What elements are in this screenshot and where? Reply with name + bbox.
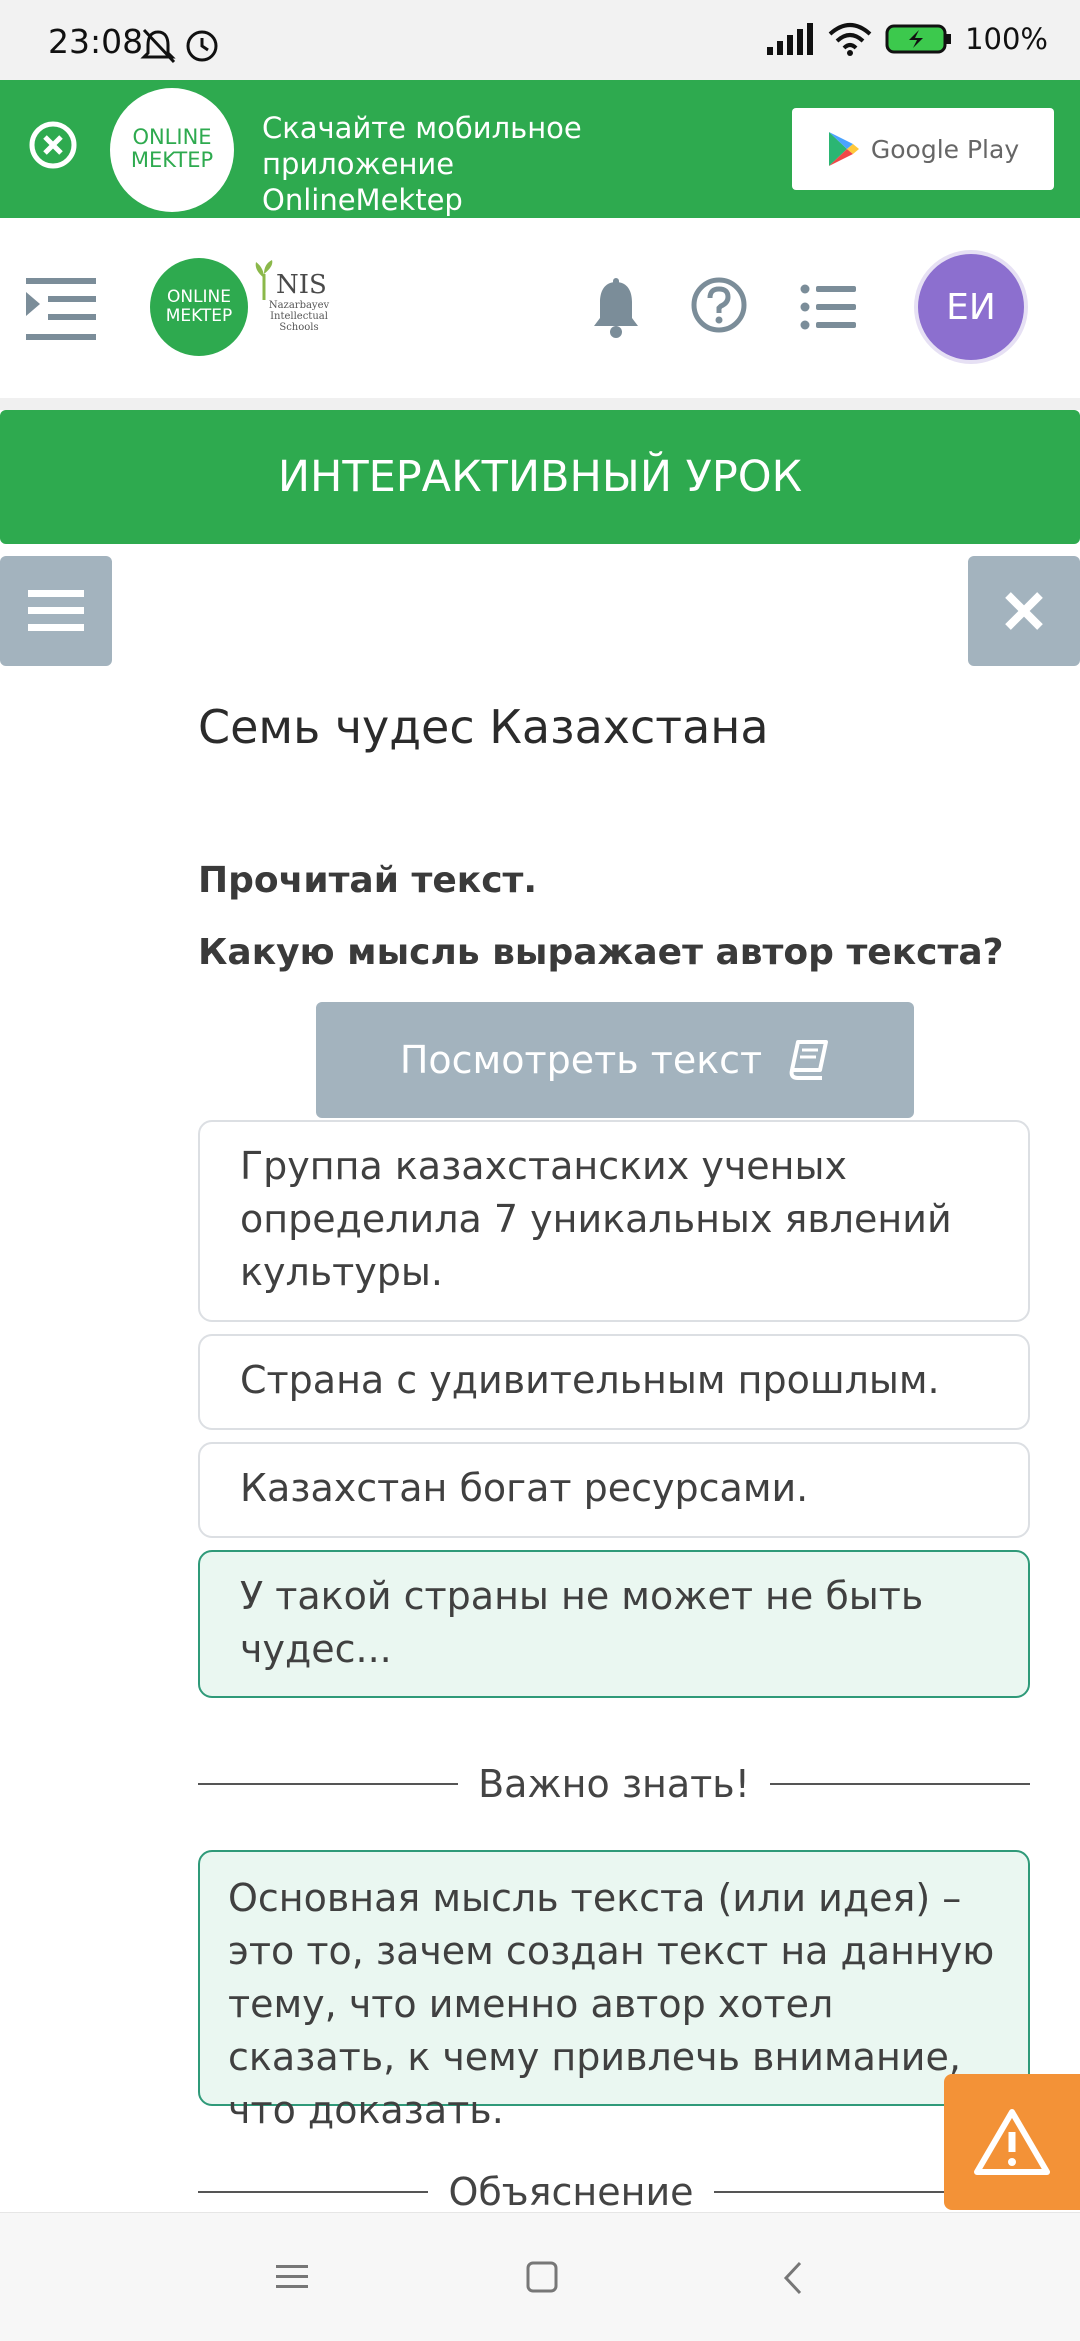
divider-line-left (198, 1783, 459, 1785)
lesson-menu-button[interactable] (0, 556, 112, 666)
nis-sub-2: Intellectual (270, 311, 328, 322)
promo-text-line1: Скачайте мобильное приложение (262, 111, 582, 181)
answer-option-1[interactable]: Группа казахстанских ученых определила 7… (198, 1120, 1030, 1322)
divider-line-right (769, 1783, 1030, 1785)
header-logo-line1: ONLINE (166, 287, 232, 307)
lesson-close-button[interactable] (968, 556, 1080, 666)
google-play-button[interactable]: Google Play (792, 108, 1054, 190)
answer-option-3[interactable]: Казахстан богат ресурсами. (198, 1442, 1030, 1538)
view-text-button[interactable]: Посмотреть текст (316, 1002, 914, 1118)
warning-icon (974, 2109, 1050, 2175)
promo-logo-line1: ONLINE (132, 125, 212, 149)
battery-icon (885, 24, 952, 54)
wifi-icon (828, 23, 872, 56)
status-right: 100% (765, 22, 1048, 56)
lesson-title: Семь чудес Казахстана (198, 700, 769, 754)
header-separator (0, 398, 1080, 410)
report-problem-button[interactable] (944, 2074, 1080, 2210)
promo-logo-line2: MEKTEP (130, 148, 214, 172)
answer-option-2[interactable]: Страна с удивительным прошлым. (198, 1334, 1030, 1430)
divider-line-left (198, 2191, 429, 2193)
bell-icon[interactable] (590, 278, 642, 340)
nis-logo: NIS Nazarbayev Intellectual Schools (254, 260, 344, 356)
answer-option-4-correct[interactable]: У такой страны не может не быть чудес... (198, 1550, 1030, 1698)
system-nav-bar (0, 2212, 1080, 2341)
header-logo[interactable]: ONLINE MEKTEP (150, 258, 248, 356)
instruction-read: Прочитай текст. (198, 860, 538, 901)
nis-sub-1: Nazarbayev (268, 300, 330, 311)
google-play-label: Google Play (870, 134, 1020, 164)
book-icon (789, 1040, 829, 1080)
question-text: Какую мысль выражает автор текста? (198, 932, 1004, 973)
header-logo-line2: MEKTEP (165, 306, 233, 326)
important-label: Важно знать! (478, 1762, 750, 1806)
promo-logo: ONLINE MEKTEP (110, 88, 234, 212)
explanation-label: Объяснение (448, 2170, 694, 2214)
promo-text-line2: OnlineMektep (262, 183, 463, 217)
status-time: 23:08 (48, 22, 144, 61)
important-note: Основная мысль текста (или идея) – это т… (198, 1850, 1030, 2132)
help-icon[interactable] (690, 276, 748, 334)
important-divider: Важно знать! (198, 1760, 1030, 1808)
view-text-label: Посмотреть текст (399, 1038, 763, 1082)
hamburger-icon (28, 590, 84, 631)
divider-line-right (713, 2191, 944, 2193)
interactive-lesson-bar: ИНТЕРАКТИВНЫЙ УРОК (0, 410, 1080, 544)
signal-icon (767, 23, 814, 55)
recents-icon[interactable] (276, 2263, 308, 2291)
nis-sub-3: Schools (279, 322, 319, 333)
list-icon[interactable] (800, 284, 856, 330)
menu-indent-icon[interactable] (26, 278, 96, 342)
battery-percent: 100% (965, 22, 1048, 56)
close-circle-icon[interactable] (28, 120, 78, 170)
status-bar: 23:08 100% (0, 0, 1080, 80)
explanation-divider: Объяснение (198, 2168, 944, 2216)
home-icon[interactable] (526, 2261, 558, 2293)
promo-text: Скачайте мобильное приложение OnlineMekt… (262, 110, 782, 218)
google-play-icon (828, 132, 859, 166)
back-icon[interactable] (782, 2261, 804, 2295)
user-avatar[interactable]: ЕИ (918, 254, 1024, 360)
close-icon (1005, 592, 1043, 630)
nis-sprout-icon (255, 260, 273, 300)
nis-title: NIS (276, 270, 327, 300)
app-promo-banner: ONLINE MEKTEP Скачайте мобильное приложе… (0, 80, 1080, 218)
bell-off-icon (140, 28, 218, 64)
